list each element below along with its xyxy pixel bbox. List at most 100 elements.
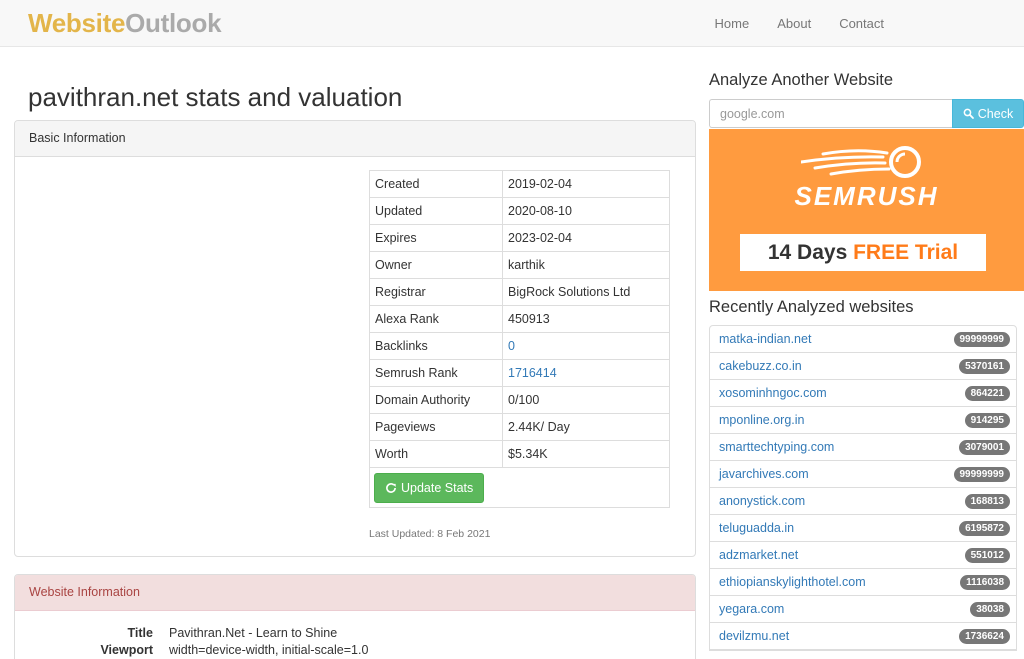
table-row: Created 2019-02-04	[369, 170, 670, 198]
navbar: WebsiteOutlook Home About Contact	[0, 0, 1024, 47]
rank-badge: 99999999	[953, 331, 1010, 347]
trial-free-text: FREE Trial	[853, 241, 959, 264]
semrush-fire-icon	[801, 146, 921, 178]
recent-site-link[interactable]: xosominhngoc.com	[719, 386, 827, 400]
row-label: Domain Authority	[369, 386, 503, 414]
recent-site-link[interactable]: teluguadda.in	[719, 521, 794, 535]
list-item[interactable]: teluguadda.in 6195872	[710, 515, 1016, 542]
recent-site-link[interactable]: ethiopianskylighthotel.com	[719, 575, 866, 589]
list-item[interactable]: mponline.org.in 914295	[710, 407, 1016, 434]
row-label: Registrar	[369, 278, 503, 306]
rank-badge: 914295	[964, 412, 1010, 428]
rank-badge: 551012	[964, 547, 1010, 563]
recent-site-link[interactable]: devilzmu.net	[719, 629, 789, 643]
recent-site-link[interactable]: matka-indian.net	[719, 332, 811, 346]
list-item[interactable]: adzmarket.net 551012	[710, 542, 1016, 569]
list-item[interactable]: javarchives.com 99999999	[710, 461, 1016, 488]
analyze-title: Analyze Another Website	[709, 71, 894, 89]
recent-websites-list: matka-indian.net 99999999 cakebuzz.co.in 5…	[709, 325, 1017, 651]
website-info-list: Title Pavithran.Net - Learn to Shine View…	[15, 625, 695, 659]
semrush-logo-text: SEMRUSH	[794, 181, 939, 211]
table-row: Pageviews 2.44K/ Day	[369, 413, 670, 441]
row-value: BigRock Solutions Ltd	[502, 278, 670, 306]
rank-badge: 1116038	[960, 574, 1010, 590]
rank-badge: 99999999	[953, 466, 1010, 482]
nav-about-link[interactable]: About	[763, 0, 825, 47]
basic-info-panel: Basic Information Created 2019-02-04 Upda…	[14, 120, 696, 557]
row-value: 0/100	[502, 386, 670, 414]
recent-site-link[interactable]: smarttechtyping.com	[719, 440, 834, 454]
trial-days-text: 14 Days	[767, 241, 854, 264]
list-item[interactable]: devilzmu.net 1736624	[710, 623, 1016, 650]
row-label: Worth	[369, 440, 503, 468]
semrush-ad-banner[interactable]: SEMRUSH 14 Days FREE Trial	[709, 129, 1024, 291]
list-item: Viewport width=device-width, initial-scal…	[15, 642, 695, 659]
row-value: karthik	[502, 251, 670, 279]
semrush-rank-link[interactable]: 1716414	[508, 366, 557, 380]
recent-site-link[interactable]: mponline.org.in	[719, 413, 804, 427]
row-label: Expires	[369, 224, 503, 252]
update-stats-label: Update Stats	[401, 480, 474, 495]
table-row: Owner karthik	[369, 251, 670, 279]
list-item[interactable]: cakebuzz.co.in 5370161	[710, 353, 1016, 380]
row-value: 450913	[502, 305, 670, 333]
check-button[interactable]: Check	[952, 99, 1024, 128]
search-icon	[963, 108, 974, 119]
list-item[interactable]: smarttechtyping.com 3079001	[710, 434, 1016, 461]
recent-site-link[interactable]: anonystick.com	[719, 494, 805, 508]
page-title: pavithran.net stats and valuation	[28, 82, 403, 112]
brand-part-outlook: Outlook	[125, 8, 222, 38]
recent-site-link[interactable]: adzmarket.net	[719, 548, 798, 562]
nav-contact-link[interactable]: Contact	[825, 0, 898, 47]
table-row: Alexa Rank 450913	[369, 305, 670, 333]
row-label: Alexa Rank	[369, 305, 503, 333]
row-value: 2.44K/ Day	[502, 413, 670, 441]
rank-badge: 168813	[964, 493, 1010, 509]
brand-logo[interactable]: WebsiteOutlook	[28, 8, 222, 39]
row-value: $5.34K	[502, 440, 670, 468]
row-label: Semrush Rank	[369, 359, 503, 387]
domain-search-input[interactable]	[709, 99, 952, 128]
info-value: Pavithran.Net - Learn to Shine	[169, 626, 338, 640]
recent-site-link[interactable]: cakebuzz.co.in	[719, 359, 802, 373]
backlinks-link[interactable]: 0	[508, 339, 515, 353]
list-item[interactable]: anonystick.com 168813	[710, 488, 1016, 515]
info-value: width=device-width, initial-scale=1.0	[169, 643, 369, 657]
website-info-heading: Website Information	[15, 575, 695, 611]
table-row: Updated 2020-08-10	[369, 197, 670, 225]
row-label: Created	[369, 170, 503, 198]
nav-home-link[interactable]: Home	[715, 0, 764, 47]
list-item: Title Pavithran.Net - Learn to Shine	[15, 625, 695, 642]
table-row: Backlinks 0	[369, 332, 670, 360]
row-label: Updated	[369, 197, 503, 225]
list-item[interactable]: ethiopianskylighthotel.com 1116038	[710, 569, 1016, 596]
recent-site-link[interactable]: javarchives.com	[719, 467, 809, 481]
update-stats-button[interactable]: Update Stats	[374, 472, 485, 503]
recent-site-link[interactable]: yegara.com	[719, 602, 784, 616]
list-item[interactable]: xosominhngoc.com 864221	[710, 380, 1016, 407]
row-value: 2019-02-04	[502, 170, 670, 198]
rank-badge: 3079001	[959, 439, 1010, 455]
rank-badge: 1736624	[959, 628, 1010, 644]
rank-badge: 864221	[964, 385, 1010, 401]
list-item[interactable]: matka-indian.net 99999999	[710, 326, 1016, 353]
table-row: Expires 2023-02-04	[369, 224, 670, 252]
recent-title: Recently Analyzed websites	[709, 298, 914, 316]
rank-badge: 38038	[970, 601, 1010, 617]
table-row: Update Stats	[369, 467, 670, 508]
row-label: Backlinks	[369, 332, 503, 360]
list-item[interactable]: yegara.com 38038	[710, 596, 1016, 623]
row-value: 2023-02-04	[502, 224, 670, 252]
row-value: 2020-08-10	[502, 197, 670, 225]
table-row: Registrar BigRock Solutions Ltd	[369, 278, 670, 306]
brand-part-website: Website	[28, 8, 126, 38]
info-label: Viewport	[100, 643, 153, 657]
last-updated-text: Last Updated: 8 Feb 2021	[369, 528, 491, 540]
rank-badge: 5370161	[959, 358, 1010, 374]
website-info-panel: Website Information Title Pavithran.Net -…	[14, 574, 696, 659]
refresh-icon	[386, 482, 396, 493]
info-label: Title	[127, 626, 153, 640]
table-row: Worth $5.34K	[369, 440, 670, 468]
free-trial-box: 14 Days FREE Trial	[740, 234, 986, 271]
table-row: Semrush Rank 1716414	[369, 359, 670, 387]
